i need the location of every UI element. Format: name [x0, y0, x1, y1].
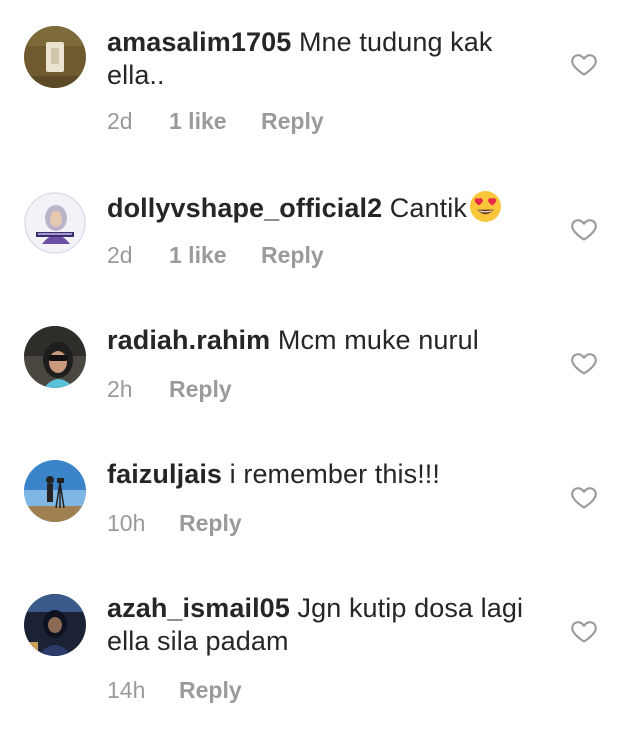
comment-text: dollyvshape_official2 Cantik	[107, 190, 547, 225]
comment-meta: 14h Reply	[107, 676, 242, 704]
comment-text: faizuljais i remember this!!!	[107, 458, 547, 491]
comment-item: azah_ismail05 Jgn kutip dosa lagi ella s…	[0, 558, 640, 728]
reply-button[interactable]: Reply	[179, 509, 242, 537]
comment-meta: 10h Reply	[107, 509, 242, 537]
avatar[interactable]	[24, 460, 86, 522]
comment-item: dollyvshape_official2 Cantik 2d 1 like Rep…	[0, 160, 640, 290]
avatar-photographer-sky-photo	[24, 460, 86, 522]
avatar-hijab-woman-photo	[24, 192, 86, 254]
comment-item: radiah.rahim Mcm muke nurul 2h Reply	[0, 290, 640, 420]
comment-time: 10h	[107, 510, 146, 536]
comment-meta: 2h Reply	[107, 375, 232, 403]
comment-text: radiah.rahim Mcm muke nurul	[107, 324, 547, 357]
avatar[interactable]	[24, 326, 86, 388]
like-heart-icon[interactable]	[570, 50, 598, 78]
comment-text: amasalim1705 Mne tudung kak ella..	[107, 26, 547, 92]
avatar-car-selfie-photo	[24, 326, 86, 388]
reply-button[interactable]: Reply	[169, 375, 232, 403]
comment-username[interactable]: radiah.rahim	[107, 325, 270, 355]
comment-time: 14h	[107, 677, 146, 703]
comment-body: i remember this!!!	[222, 459, 440, 489]
like-heart-icon[interactable]	[570, 349, 598, 377]
avatar[interactable]	[24, 192, 86, 254]
comment-item: faizuljais i remember this!!! 10h Reply	[0, 424, 640, 554]
comment-item: amasalim1705 Mne tudung kak ella.. 2d 1 l…	[0, 0, 640, 150]
avatar-dark-portrait-photo	[24, 594, 86, 656]
comment-username[interactable]: amasalim1705	[107, 27, 291, 57]
comment-time: 2h	[107, 376, 133, 402]
comment-text: azah_ismail05 Jgn kutip dosa lagi ella s…	[107, 592, 547, 658]
avatar[interactable]	[24, 594, 86, 656]
comment-likes[interactable]: 1 like	[169, 241, 261, 269]
comment-body: Cantik	[382, 193, 467, 223]
reply-button[interactable]: Reply	[261, 241, 324, 269]
comment-meta: 2d 1 like Reply	[107, 107, 324, 135]
comment-meta: 2d 1 like Reply	[107, 241, 324, 269]
comment-body: Mcm muke nurul	[270, 325, 479, 355]
like-heart-icon[interactable]	[570, 483, 598, 511]
comment-time: 2d	[107, 108, 133, 134]
comment-likes[interactable]: 1 like	[169, 107, 261, 135]
like-heart-icon[interactable]	[570, 617, 598, 645]
like-heart-icon[interactable]	[570, 215, 598, 243]
avatar[interactable]	[24, 26, 86, 88]
reply-button[interactable]: Reply	[261, 107, 324, 135]
reply-button[interactable]: Reply	[179, 676, 242, 704]
comment-username[interactable]: dollyvshape_official2	[107, 193, 382, 223]
heart-eyes-emoji-icon	[469, 190, 502, 223]
comment-time: 2d	[107, 242, 133, 268]
avatar-light-switch-photo	[24, 26, 86, 88]
comment-username[interactable]: azah_ismail05	[107, 593, 290, 623]
comment-username[interactable]: faizuljais	[107, 459, 222, 489]
